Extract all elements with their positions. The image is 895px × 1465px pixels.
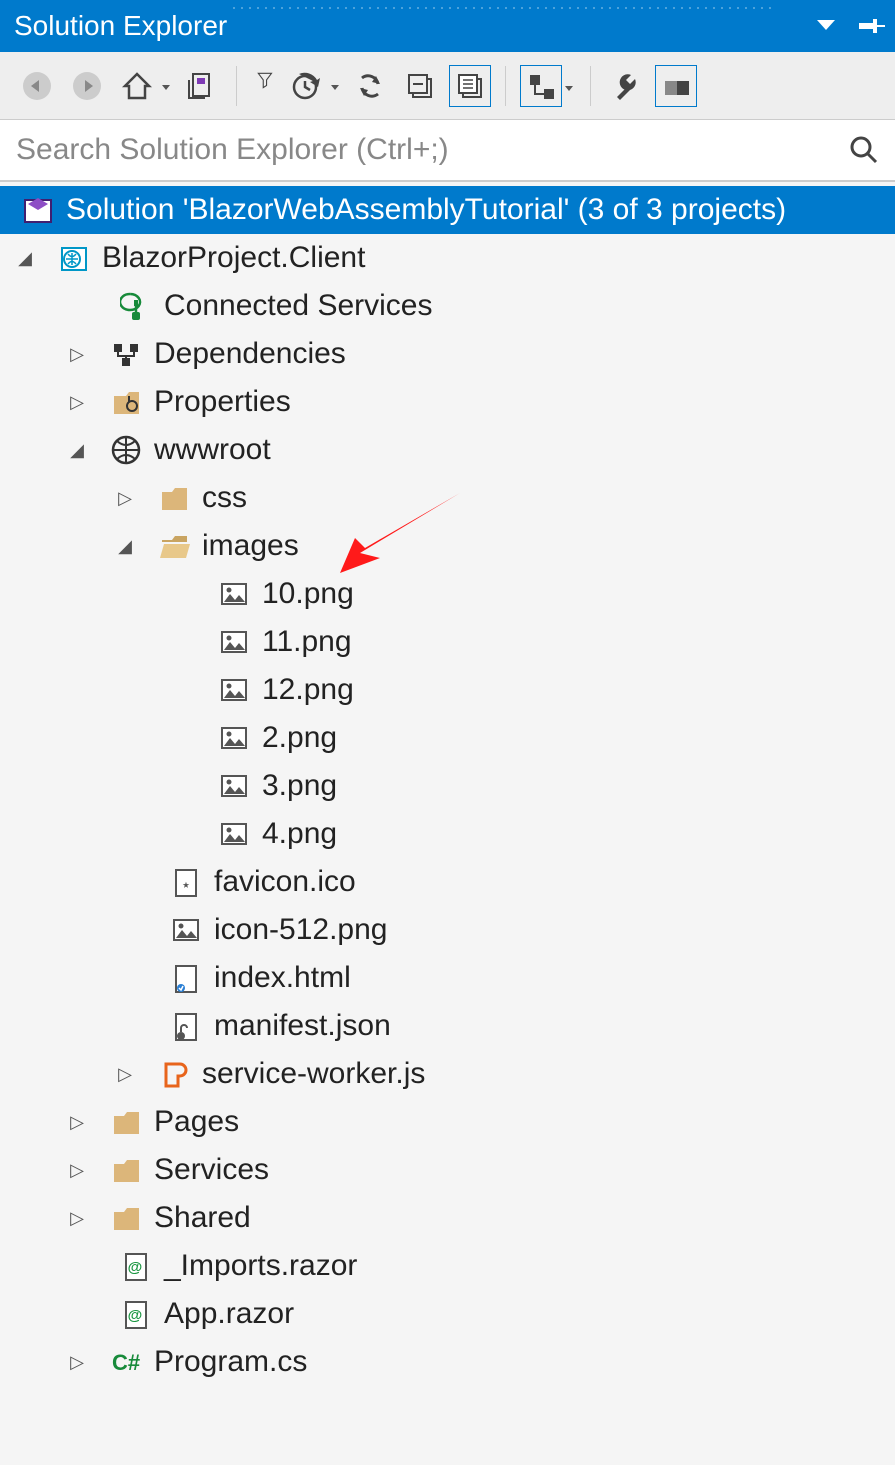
file-node[interactable]: 12.png bbox=[0, 666, 895, 714]
globe-icon bbox=[108, 432, 144, 468]
folder-icon bbox=[108, 1104, 144, 1140]
filter-button[interactable] bbox=[251, 65, 277, 107]
properties-button[interactable] bbox=[605, 65, 647, 107]
solution-node[interactable]: Solution 'BlazorWebAssemblyTutorial' (3 … bbox=[0, 186, 895, 234]
expander-icon[interactable]: ◢ bbox=[12, 248, 38, 269]
dependencies-node[interactable]: ▷ Dependencies bbox=[0, 330, 895, 378]
folder-open-icon bbox=[156, 528, 192, 564]
project-node[interactable]: ◢ BlazorProject.Client bbox=[0, 234, 895, 282]
pages-folder-node[interactable]: ▷ Pages bbox=[0, 1098, 895, 1146]
expander-icon[interactable]: ◢ bbox=[64, 440, 90, 461]
connected-services-node[interactable]: Connected Services bbox=[0, 282, 895, 330]
image-file-icon bbox=[216, 816, 252, 852]
expander-icon[interactable]: ◢ bbox=[112, 536, 138, 557]
file-label: 4.png bbox=[262, 817, 337, 851]
expander-icon[interactable]: ▷ bbox=[64, 1112, 90, 1133]
ico-file-icon bbox=[168, 864, 204, 900]
expander-icon[interactable]: ▷ bbox=[64, 392, 90, 413]
file-label: 3.png bbox=[262, 769, 337, 803]
expander-icon[interactable]: ▷ bbox=[64, 1352, 90, 1373]
file-node[interactable]: 4.png bbox=[0, 810, 895, 858]
expander-icon[interactable]: ▷ bbox=[64, 1160, 90, 1181]
shared-folder-node[interactable]: ▷ Shared bbox=[0, 1194, 895, 1242]
panel-title: Solution Explorer bbox=[14, 10, 227, 42]
service-worker-node[interactable]: ▷ service-worker.js bbox=[0, 1050, 895, 1098]
js-file-icon bbox=[156, 1056, 192, 1092]
solution-label: Solution 'BlazorWebAssemblyTutorial' (3 … bbox=[66, 193, 786, 227]
file-label: 11.png bbox=[262, 625, 352, 659]
solution-icon bbox=[20, 192, 56, 228]
file-node[interactable]: favicon.ico bbox=[0, 858, 895, 906]
image-file-icon bbox=[216, 672, 252, 708]
show-all-files-button[interactable] bbox=[449, 65, 491, 107]
image-file-icon bbox=[168, 912, 204, 948]
file-label: 10.png bbox=[262, 577, 354, 611]
grip[interactable] bbox=[230, 4, 775, 14]
image-file-icon bbox=[216, 624, 252, 660]
services-folder-node[interactable]: ▷ Services bbox=[0, 1146, 895, 1194]
sync-button[interactable] bbox=[349, 65, 391, 107]
properties-folder-icon bbox=[108, 384, 144, 420]
file-node[interactable]: 11.png bbox=[0, 618, 895, 666]
wwwroot-node[interactable]: ◢ wwwroot bbox=[0, 426, 895, 474]
csproj-icon bbox=[56, 240, 92, 276]
file-node[interactable]: index.html bbox=[0, 954, 895, 1002]
search-row bbox=[0, 120, 895, 182]
file-nesting-button[interactable] bbox=[520, 65, 562, 107]
file-node[interactable]: App.razor bbox=[0, 1290, 895, 1338]
search-input[interactable] bbox=[16, 133, 849, 167]
solution-tree: Solution 'BlazorWebAssemblyTutorial' (3 … bbox=[0, 182, 895, 1390]
file-node[interactable]: 3.png bbox=[0, 762, 895, 810]
expander-icon[interactable]: ▷ bbox=[112, 1064, 138, 1085]
switch-views-button[interactable] bbox=[180, 65, 222, 107]
connected-services-icon bbox=[118, 288, 154, 324]
nav-forward-button[interactable] bbox=[66, 65, 108, 107]
razor-file-icon bbox=[118, 1296, 154, 1332]
file-node[interactable]: manifest.json bbox=[0, 1002, 895, 1050]
preview-button[interactable] bbox=[655, 65, 697, 107]
csharp-file-icon bbox=[108, 1344, 144, 1380]
title-bar: Solution Explorer bbox=[0, 0, 895, 52]
search-icon[interactable] bbox=[849, 135, 879, 165]
properties-node[interactable]: ▷ Properties bbox=[0, 378, 895, 426]
pin-icon[interactable] bbox=[859, 16, 885, 36]
file-label: 2.png bbox=[262, 721, 337, 755]
expander-icon[interactable]: ▷ bbox=[64, 1208, 90, 1229]
razor-file-icon bbox=[118, 1248, 154, 1284]
pending-changes-button[interactable] bbox=[285, 65, 327, 107]
toolbar bbox=[0, 52, 895, 120]
collapse-all-button[interactable] bbox=[399, 65, 441, 107]
expander-icon[interactable]: ▷ bbox=[64, 344, 90, 365]
file-node[interactable]: 2.png bbox=[0, 714, 895, 762]
image-file-icon bbox=[216, 720, 252, 756]
image-file-icon bbox=[216, 768, 252, 804]
folder-icon bbox=[108, 1152, 144, 1188]
folder-icon bbox=[108, 1200, 144, 1236]
file-node[interactable]: icon-512.png bbox=[0, 906, 895, 954]
window-dropdown-icon[interactable] bbox=[815, 18, 837, 34]
dependencies-icon bbox=[108, 336, 144, 372]
image-file-icon bbox=[216, 576, 252, 612]
folder-icon bbox=[156, 480, 192, 516]
home-button[interactable] bbox=[116, 65, 158, 107]
project-label: BlazorProject.Client bbox=[102, 241, 365, 275]
file-label: 12.png bbox=[262, 673, 354, 707]
annotation-arrow bbox=[330, 488, 470, 578]
nav-back-button[interactable] bbox=[16, 65, 58, 107]
expander-icon[interactable]: ▷ bbox=[112, 488, 138, 509]
json-file-icon bbox=[168, 1008, 204, 1044]
file-node[interactable]: _Imports.razor bbox=[0, 1242, 895, 1290]
html-file-icon bbox=[168, 960, 204, 996]
program-cs-node[interactable]: ▷ Program.cs bbox=[0, 1338, 895, 1386]
